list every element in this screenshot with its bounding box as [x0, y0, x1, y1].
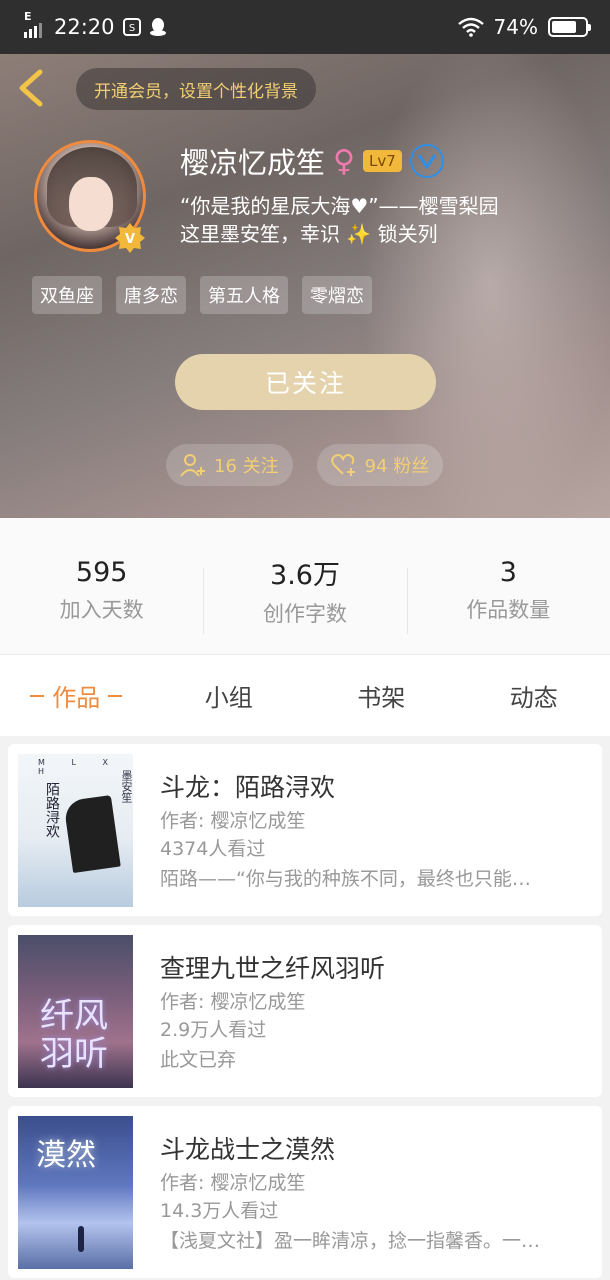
- bio: “你是我的星辰大海♥”——樱雪梨园 这里墨安笙，幸识 ✨ 锁关列: [180, 192, 590, 248]
- work-description: 【浅夏文社】盈一眸清凉，捻一指馨香。一…: [160, 1230, 541, 1252]
- work-description: 此文已弃: [160, 1049, 237, 1071]
- tab-bookshelf[interactable]: 书架: [305, 655, 458, 736]
- social-counts: 16 关注 94 粉丝: [166, 444, 444, 486]
- tag[interactable]: 唐多恋: [116, 276, 186, 314]
- figure-illustration: [78, 1226, 84, 1252]
- stat-label: 创作字数: [262, 601, 347, 626]
- work-card[interactable]: M L X H 陌路浔欢 墨安笙 斗龙：陌路浔欢 作者: 樱凉忆成笙 4374人…: [8, 744, 602, 916]
- book-cover[interactable]: 漠然: [18, 1116, 133, 1269]
- battery-percent: 74%: [493, 15, 538, 39]
- username: 樱凉忆成笙: [180, 146, 326, 180]
- profile-header: 开通会员，设置个性化背景 V 樱凉忆成笙 ♀ Lv7 “你是我的星辰大海♥”——…: [0, 54, 610, 518]
- user-add-icon: [180, 454, 205, 477]
- follow-button[interactable]: 已关注: [175, 354, 436, 410]
- tag[interactable]: 双鱼座: [32, 276, 102, 314]
- stat-value: 3: [499, 556, 517, 588]
- screenshot-notification-icon: S: [122, 18, 141, 36]
- book-cover[interactable]: 纤风羽听: [18, 935, 133, 1088]
- work-description: 陌路——“你与我的种族不同，最终也只能…: [160, 868, 531, 890]
- work-author: 作者: 樱凉忆成笙: [160, 991, 306, 1013]
- tab-label: 动态: [509, 684, 558, 712]
- battery-icon: [548, 17, 591, 37]
- tag[interactable]: 零熠恋: [302, 276, 372, 314]
- vip-crown-icon: V: [115, 223, 145, 253]
- work-views: 2.9万人看过: [160, 1019, 267, 1041]
- book-cover[interactable]: M L X H 陌路浔欢 墨安笙: [18, 754, 133, 907]
- bio-line: 这里墨安笙，幸识 ✨ 锁关列: [180, 222, 438, 246]
- tab-bar: 作品 小组 书架 动态: [0, 654, 610, 736]
- stat-label: 加入天数: [59, 597, 144, 622]
- stats-bar: 595 加入天数 3.6万 创作字数 3 作品数量: [0, 518, 610, 654]
- username-row: 樱凉忆成笙 ♀ Lv7: [180, 140, 444, 182]
- works-list: M L X H 陌路浔欢 墨安笙 斗龙：陌路浔欢 作者: 樱凉忆成笙 4374人…: [8, 744, 602, 1280]
- stat-word-count: 3.6万 创作字数: [203, 518, 406, 654]
- work-title[interactable]: 斗龙战士之漠然: [160, 1130, 335, 1166]
- svg-text:S: S: [128, 23, 134, 34]
- stat-work-count: 3 作品数量: [406, 518, 610, 654]
- cover-title: 纤风羽听: [40, 996, 108, 1074]
- tag[interactable]: 第五人格: [200, 276, 288, 314]
- cover-title: 陌路浔欢: [44, 782, 60, 838]
- stat-join-days: 595 加入天数: [0, 518, 203, 654]
- fans-button[interactable]: 94 粉丝: [316, 444, 444, 486]
- tab-label: 小组: [204, 684, 253, 712]
- network-type: E: [24, 10, 32, 23]
- svg-text:V: V: [125, 232, 135, 247]
- stat-label: 作品数量: [466, 597, 551, 622]
- work-title[interactable]: 查理九世之纤风羽听: [160, 949, 385, 985]
- work-views: 14.3万人看过: [160, 1200, 279, 1222]
- work-views: 4374人看过: [160, 838, 266, 860]
- piano-illustration: [63, 795, 121, 873]
- work-author: 作者: 樱凉忆成笙: [160, 1172, 306, 1194]
- wifi-icon: [457, 17, 484, 37]
- tab-activity[interactable]: 动态: [458, 655, 610, 736]
- stat-value: 595: [75, 556, 128, 588]
- status-bar: E 22:20 S 74%: [0, 0, 610, 54]
- vip-banner[interactable]: 开通会员，设置个性化背景: [76, 68, 316, 110]
- tab-label: 书架: [357, 684, 406, 712]
- verified-icon: [409, 144, 444, 178]
- level-badge: Lv7: [363, 150, 402, 172]
- cover-author: 墨安笙: [120, 770, 133, 803]
- cover-title: 漠然: [36, 1138, 96, 1173]
- work-card[interactable]: 纤风羽听 查理九世之纤风羽听 作者: 樱凉忆成笙 2.9万人看过 此文已弃: [8, 925, 602, 1097]
- bio-line: “你是我的星辰大海♥”——樱雪梨园: [180, 194, 499, 218]
- fans-count: 94 粉丝: [364, 456, 430, 477]
- stat-value: 3.6万: [270, 559, 340, 591]
- following-count: 16 关注: [214, 456, 279, 477]
- work-author: 作者: 樱凉忆成笙: [160, 810, 306, 832]
- following-button[interactable]: 16 关注: [166, 444, 293, 486]
- work-title[interactable]: 斗龙：陌路浔欢: [160, 768, 335, 804]
- gender-icon: ♀: [333, 143, 355, 179]
- tab-works[interactable]: 作品: [0, 655, 153, 736]
- status-time: 22:20: [54, 15, 115, 39]
- tab-groups[interactable]: 小组: [153, 655, 306, 736]
- work-card[interactable]: 漠然 斗龙战士之漠然 作者: 樱凉忆成笙 14.3万人看过 【浅夏文社】盈一眸清…: [8, 1106, 602, 1278]
- tag-list: 双鱼座 唐多恋 第五人格 零熠恋: [32, 276, 372, 314]
- back-arrow-icon[interactable]: [14, 68, 50, 108]
- heart-add-icon: [330, 454, 355, 476]
- tab-label: 作品: [52, 684, 101, 712]
- qq-notification-icon: [149, 18, 166, 36]
- signal-icon: E: [24, 10, 42, 38]
